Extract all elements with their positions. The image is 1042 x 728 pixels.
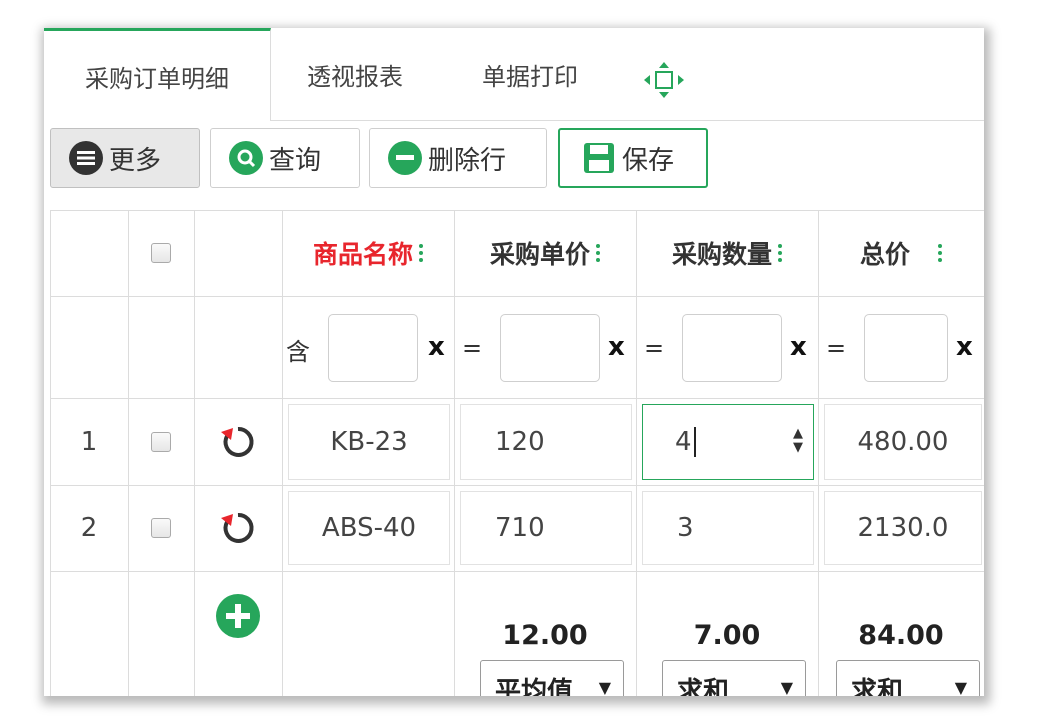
qty-aggregate-label: 求和 [677,676,730,697]
qty-filter-input[interactable] [682,314,782,382]
price-filter-clear[interactable]: x [608,332,625,362]
quantity-value: 4 [675,427,692,457]
add-row-icon[interactable] [194,571,282,661]
qty-filter-clear[interactable]: x [790,332,807,362]
more-label: 更多 [109,145,162,176]
toolbar: 更多 查询 删除行 保存 [44,120,984,200]
unit-price-cell[interactable]: 710 [460,491,632,565]
unit-price-header-label: 采购单价 [489,240,590,269]
save-button[interactable]: 保存 [558,128,708,188]
column-header-product-name[interactable]: 商品名称 [282,210,454,296]
total-aggregate-select[interactable]: 求和 ▼ [836,660,980,696]
qty-aggregate-select[interactable]: 求和 ▼ [662,660,806,696]
row-checkbox[interactable] [128,398,194,485]
tab-pivot-report[interactable]: 透视报表 [270,28,440,120]
reset-row-icon[interactable] [194,485,282,571]
product-name-cell[interactable]: KB-23 [288,404,450,480]
search-icon [229,141,263,175]
total-cell[interactable]: 2130.0 [824,491,982,565]
save-label: 保存 [622,145,675,176]
unit-price-cell[interactable]: 120 [460,404,632,480]
spinner-arrows-icon[interactable]: ▲ ▼ [793,427,803,455]
order-detail-panel: 采购订单明细 透视报表 单据打印 更多 查询 删除行 保存 商品名称 采购单价 … [44,28,984,696]
row-number: 1 [80,426,98,457]
delete-row-label: 删除行 [428,145,507,176]
column-menu-icon[interactable] [596,241,600,265]
more-button[interactable]: 更多 [50,128,200,188]
query-label: 查询 [269,145,322,176]
total-header-label: 总价 [859,240,910,269]
tab-bar: 采购订单明细 透视报表 单据打印 [44,28,984,121]
menu-icon [69,141,103,175]
product-name-header-label: 商品名称 [312,240,413,269]
price-aggregate-select[interactable]: 平均值 ▼ [480,660,624,696]
row-checkbox[interactable] [128,485,194,571]
data-grid: 商品名称 采购单价 采购数量 总价 含 x = x = x = x 1 KB-2… [50,210,984,696]
name-filter-clear[interactable]: x [428,332,445,362]
text-cursor [693,427,696,457]
total-summary-value: 84.00 [858,620,944,651]
quantity-stepper[interactable]: 4 ▲ ▼ [642,404,814,480]
product-name-cell[interactable]: ABS-40 [288,491,450,565]
column-header-quantity[interactable]: 采购数量 [636,210,818,296]
price-summary-value: 12.00 [502,620,588,651]
column-header-total[interactable]: 总价 [818,210,984,296]
move-arrows-icon[interactable] [642,60,686,100]
query-button[interactable]: 查询 [210,128,360,188]
tab-document-print[interactable]: 单据打印 [440,28,620,120]
quantity-header-label: 采购数量 [671,240,772,269]
qty-filter-operator[interactable]: = [644,334,664,362]
chevron-down-icon: ▼ [954,678,967,696]
column-header-unit-price[interactable]: 采购单价 [454,210,636,296]
select-all-checkbox[interactable] [128,210,194,296]
floppy-disk-icon [582,141,616,175]
price-aggregate-label: 平均值 [495,676,574,697]
quantity-cell[interactable]: 3 [642,491,814,565]
total-filter-input[interactable] [864,314,948,382]
chevron-down-icon: ▼ [780,678,793,696]
column-menu-icon[interactable] [938,241,942,265]
minus-icon [388,141,422,175]
row-number: 2 [80,513,98,543]
chevron-down-icon: ▼ [598,678,611,696]
name-filter-input[interactable] [328,314,418,382]
column-menu-icon[interactable] [778,241,782,265]
price-filter-input[interactable] [500,314,600,382]
tab-order-detail[interactable]: 采购订单明细 [44,28,271,121]
total-filter-operator[interactable]: = [826,334,846,362]
price-filter-operator[interactable]: = [462,334,482,362]
total-aggregate-label: 求和 [851,676,904,697]
total-cell[interactable]: 480.00 [824,404,982,480]
total-filter-clear[interactable]: x [956,332,973,362]
reset-row-icon[interactable] [194,398,282,485]
column-menu-icon[interactable] [419,241,423,265]
delete-row-button[interactable]: 删除行 [369,128,547,188]
qty-summary-value: 7.00 [693,620,761,651]
name-filter-operator[interactable]: 含 [286,332,310,367]
